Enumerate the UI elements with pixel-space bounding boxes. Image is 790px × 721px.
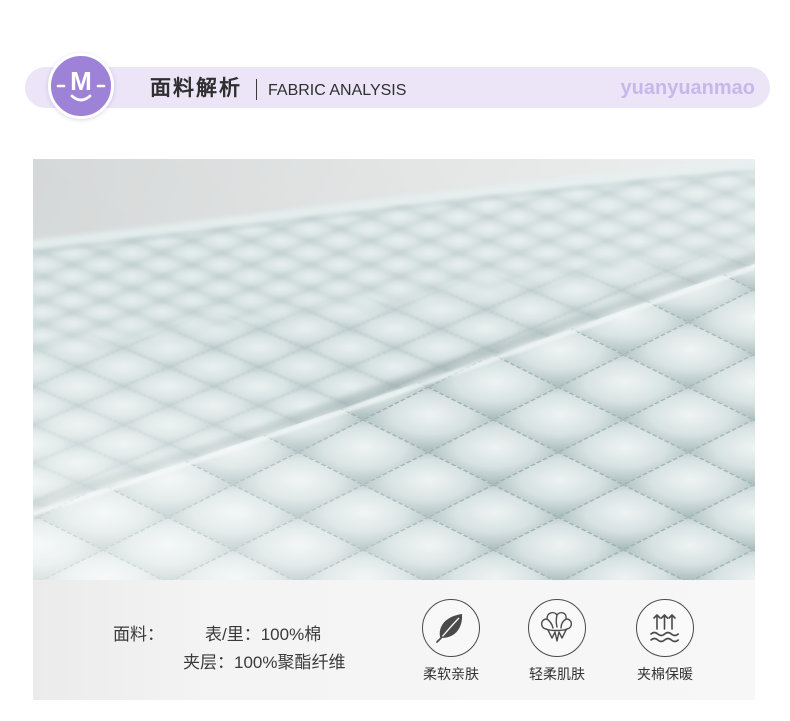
fabric-photo-image: [33, 159, 755, 580]
feature-warm-badge: [636, 599, 694, 657]
brand-logo: M: [48, 53, 114, 119]
feature-light-label: 轻柔肌肤: [529, 666, 585, 682]
cotton-boll-icon: [540, 611, 573, 642]
feature-warm-label: 夹棉保暖: [637, 666, 693, 682]
leaf-icon: [436, 614, 463, 643]
section-title-cn: 面料解析: [150, 77, 242, 100]
title-divider: [256, 79, 257, 100]
warmth-arrows: [653, 614, 676, 630]
feature-soft-badge: [422, 599, 480, 657]
logo-smile: [70, 94, 92, 102]
light-overlay: [33, 159, 755, 580]
fabric-interlayer: 夹层：100%聚酯纤维: [183, 653, 346, 672]
smiley-m-logo-icon: M: [56, 66, 106, 102]
section-title-en: FABRIC ANALYSIS: [268, 82, 407, 99]
feature-soft-label: 柔软亲肤: [423, 666, 479, 682]
fabric-photo: [33, 159, 755, 580]
brand-name: yuanyuanmao: [620, 77, 755, 99]
logo-letter: M: [70, 66, 92, 96]
fabric-outer-inner: 表/里：100%棉: [205, 625, 322, 644]
fabric-label: 面料：: [113, 625, 164, 644]
leaf-stem: [436, 636, 443, 643]
feature-light-badge: [528, 599, 586, 657]
warmth-waves-icon: [650, 614, 679, 643]
fabric-spec-panel: 面料： 表/里：100%棉 夹层：100%聚酯纤维 柔软亲肤 轻柔肌肤 夹棉保暖: [33, 580, 755, 700]
warmth-waves: [650, 631, 679, 643]
cotton-boll-lines: [540, 611, 573, 642]
